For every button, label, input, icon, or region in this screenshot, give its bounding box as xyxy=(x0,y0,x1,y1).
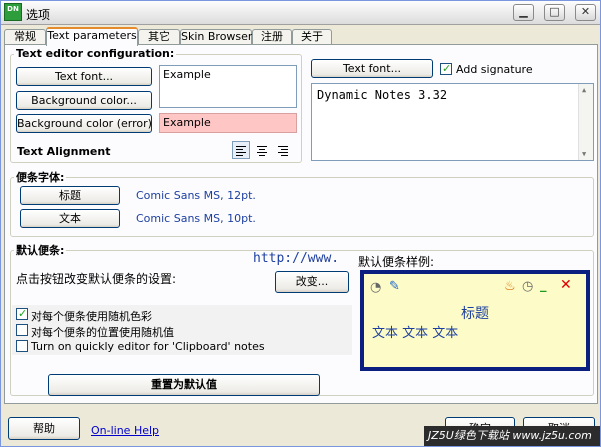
alarm-icon: ◷ xyxy=(522,279,534,294)
app-icon: DN xyxy=(4,3,22,21)
preview-body: 文本 文本 文本 xyxy=(372,326,459,341)
title-font-button[interactable]: 标题 xyxy=(20,186,120,205)
options-window: DN 选项 ▁ □ ✕ 常规 Text parameters 其它 Skin B… xyxy=(0,0,601,447)
random-position-checkbox[interactable] xyxy=(16,324,28,336)
align-center-icon[interactable] xyxy=(253,141,271,159)
online-help-link[interactable]: On-line Help xyxy=(91,424,159,437)
tab-text-parameters[interactable]: Text parameters xyxy=(46,27,138,46)
tab-skin-browser[interactable]: Skin Browser xyxy=(180,29,252,45)
change-button[interactable]: 改变... xyxy=(275,271,349,293)
scroll-down-icon[interactable]: ▼ xyxy=(582,150,586,158)
example-text: Example xyxy=(163,68,211,81)
random-color-checkbox[interactable] xyxy=(16,307,28,320)
note-preview-paper: ◔ ✎ ♨ ◷ _ ✕ 标题 文本 文本 文本 xyxy=(364,274,586,367)
text-alignment-label: Text Alignment xyxy=(17,145,111,158)
tab-register[interactable]: 注册 xyxy=(252,29,292,45)
background-color-error-button[interactable]: Background color (error)... xyxy=(16,114,152,133)
text-editor-group-label: Text editor configuration: xyxy=(14,47,177,60)
signature-textarea[interactable]: Dynamic Notes 3.32 ▲ ▼ xyxy=(311,83,594,161)
sample-label: 默认便条样例: xyxy=(358,255,435,269)
clipboard-editor-checkbox[interactable] xyxy=(16,340,28,352)
text-font-note-button[interactable]: 文本 xyxy=(20,209,120,228)
title-bar: DN 选项 ▁ □ ✕ xyxy=(1,1,600,25)
signature-scrollbar[interactable]: ▲ ▼ xyxy=(578,84,593,160)
tab-other[interactable]: 其它 xyxy=(138,29,180,45)
window-title: 选项 xyxy=(26,8,51,22)
align-left-icon[interactable] xyxy=(232,141,250,159)
random-color-label: 对每个便条使用随机色彩 xyxy=(31,310,152,323)
minimize-button[interactable]: ▁ xyxy=(513,4,534,21)
reset-defaults-button[interactable]: 重置为默认值 xyxy=(48,374,320,396)
url-overlay: http://www. xyxy=(253,251,340,266)
tab-about[interactable]: 关于 xyxy=(292,29,332,45)
note-preview: ◔ ✎ ♨ ◷ _ ✕ 标题 文本 文本 文本 xyxy=(360,270,590,371)
default-note-group-label: 默认便条: xyxy=(14,242,67,258)
maximize-button[interactable]: □ xyxy=(544,4,565,21)
text-font-value: Comic Sans MS, 10pt. xyxy=(136,212,256,225)
preview-title: 标题 xyxy=(461,306,489,322)
add-signature-label: Add signature xyxy=(456,63,533,76)
default-note-description: 点击按钮改变默认便条的设置: xyxy=(16,272,177,286)
scroll-up-icon[interactable]: ▲ xyxy=(582,86,586,94)
example-error-text: Example xyxy=(163,116,211,129)
watermark-banner: JZ5U绿色下载站 www.jz5u.com xyxy=(424,426,600,446)
clipboard-editor-label: Turn on quickly editor for 'Clipboard' n… xyxy=(31,340,265,353)
clock-icon: ◔ xyxy=(370,280,382,295)
tab-general[interactable]: 常规 xyxy=(4,29,46,45)
title-font-value: Comic Sans MS, 12pt. xyxy=(136,189,256,202)
fire-icon: ♨ xyxy=(504,279,516,294)
signature-text-font-button[interactable]: Text font... xyxy=(311,59,433,78)
tab-panel: Text editor configuration: Text font... … xyxy=(4,44,598,404)
signature-text: Dynamic Notes 3.32 xyxy=(317,88,448,102)
background-color-button[interactable]: Background color... xyxy=(16,91,152,110)
pen-icon: ✎ xyxy=(389,279,400,294)
example-preview: Example xyxy=(159,65,297,108)
help-button[interactable]: 帮助 xyxy=(8,417,80,440)
add-signature-checkbox[interactable] xyxy=(440,62,452,75)
minimize-note-icon: _ xyxy=(540,278,547,293)
close-button[interactable]: ✕ xyxy=(575,4,596,21)
example-error-preview: Example xyxy=(159,113,297,133)
close-note-icon: ✕ xyxy=(560,277,572,293)
random-position-label: 对每个便条的位置使用随机值 xyxy=(31,326,174,339)
align-right-icon[interactable] xyxy=(274,141,292,159)
note-font-group-label: 便条字体: xyxy=(14,169,67,185)
text-font-button[interactable]: Text font... xyxy=(16,67,152,86)
